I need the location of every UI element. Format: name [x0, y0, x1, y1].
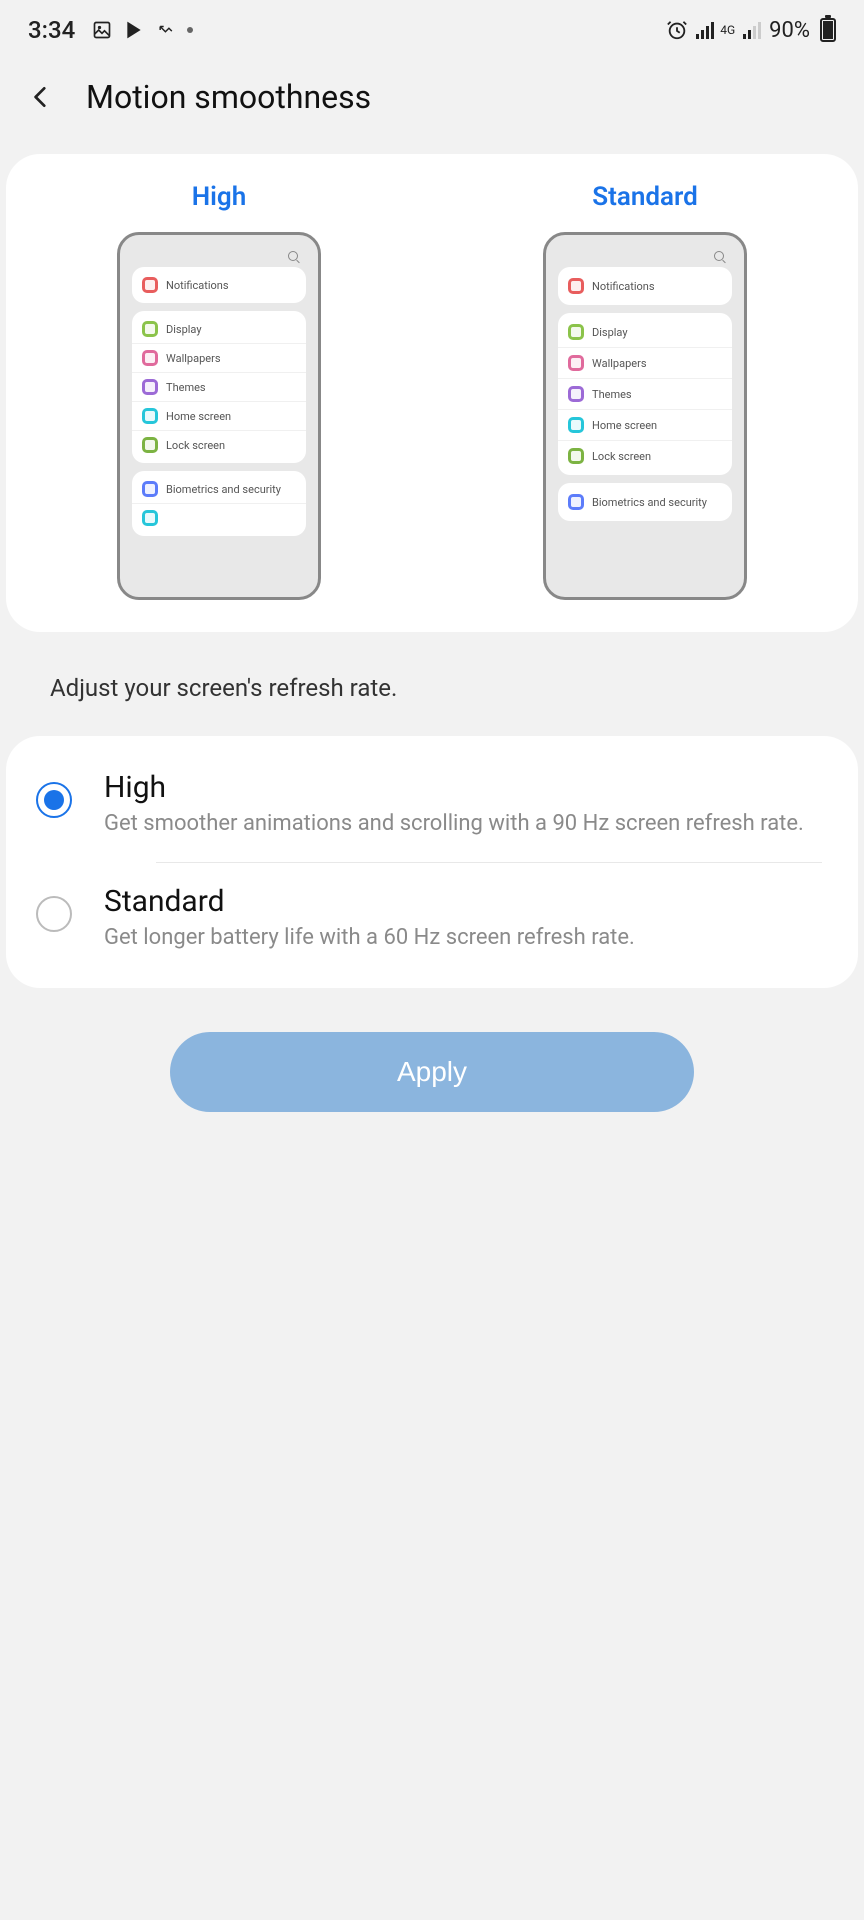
status-right: 4G 90% [666, 18, 836, 43]
themes-icon [142, 379, 158, 395]
missed-call-icon [155, 19, 177, 41]
apply-container: Apply [0, 1032, 864, 1112]
notifications-icon [568, 278, 584, 294]
option-standard[interactable]: Standard Get longer battery life with a … [6, 862, 858, 976]
more-dot-icon [187, 27, 193, 33]
preview-high[interactable]: High Notifications Display Wallpapers Th… [117, 182, 321, 600]
lock-icon [142, 437, 158, 453]
option-standard-title: Standard [104, 884, 828, 919]
display-icon [568, 324, 584, 340]
extra-icon [142, 510, 158, 526]
status-left: 3:34 [28, 16, 193, 44]
radio-standard[interactable] [36, 896, 72, 932]
signal-icon-2 [743, 21, 761, 39]
options-card: High Get smoother animations and scrolli… [6, 736, 858, 988]
option-standard-subtitle: Get longer battery life with a 60 Hz scr… [104, 923, 828, 954]
option-standard-text: Standard Get longer battery life with a … [104, 884, 828, 954]
battery-percentage: 90% [769, 18, 810, 43]
home-icon [142, 408, 158, 424]
status-bar: 3:34 4G 90% [0, 0, 864, 60]
option-high-title: High [104, 770, 828, 805]
play-store-icon [123, 19, 145, 41]
wallpapers-icon [142, 350, 158, 366]
phone-mock-standard: Notifications Display Wallpapers Themes … [543, 232, 747, 600]
preview-card: High Notifications Display Wallpapers Th… [6, 154, 858, 632]
option-high[interactable]: High Get smoother animations and scrolli… [6, 748, 858, 862]
gallery-icon [91, 19, 113, 41]
notifications-icon [142, 277, 158, 293]
biometrics-icon [568, 494, 584, 510]
back-button[interactable] [24, 80, 58, 114]
alarm-icon [666, 19, 688, 41]
preview-standard-label: Standard [592, 182, 697, 212]
page-title: Motion smoothness [86, 78, 371, 116]
page-header: Motion smoothness [0, 60, 864, 142]
battery-icon [820, 18, 836, 42]
phone-mock-high: Notifications Display Wallpapers Themes … [117, 232, 321, 600]
search-icon [714, 251, 724, 261]
radio-high[interactable] [36, 782, 72, 818]
preview-standard[interactable]: Standard Notifications Display Wallpaper… [543, 182, 747, 600]
signal-icon-1 [696, 21, 714, 39]
apply-button[interactable]: Apply [170, 1032, 694, 1112]
lock-icon [568, 448, 584, 464]
clock-time: 3:34 [28, 16, 75, 44]
display-icon [142, 321, 158, 337]
themes-icon [568, 386, 584, 402]
wallpapers-icon [568, 355, 584, 371]
home-icon [568, 417, 584, 433]
option-high-text: High Get smoother animations and scrolli… [104, 770, 828, 840]
network-label: 4G [720, 25, 735, 35]
search-icon [288, 251, 298, 261]
biometrics-icon [142, 481, 158, 497]
preview-high-label: High [192, 182, 246, 212]
option-high-subtitle: Get smoother animations and scrolling wi… [104, 809, 828, 840]
section-description: Adjust your screen's refresh rate. [0, 632, 864, 730]
